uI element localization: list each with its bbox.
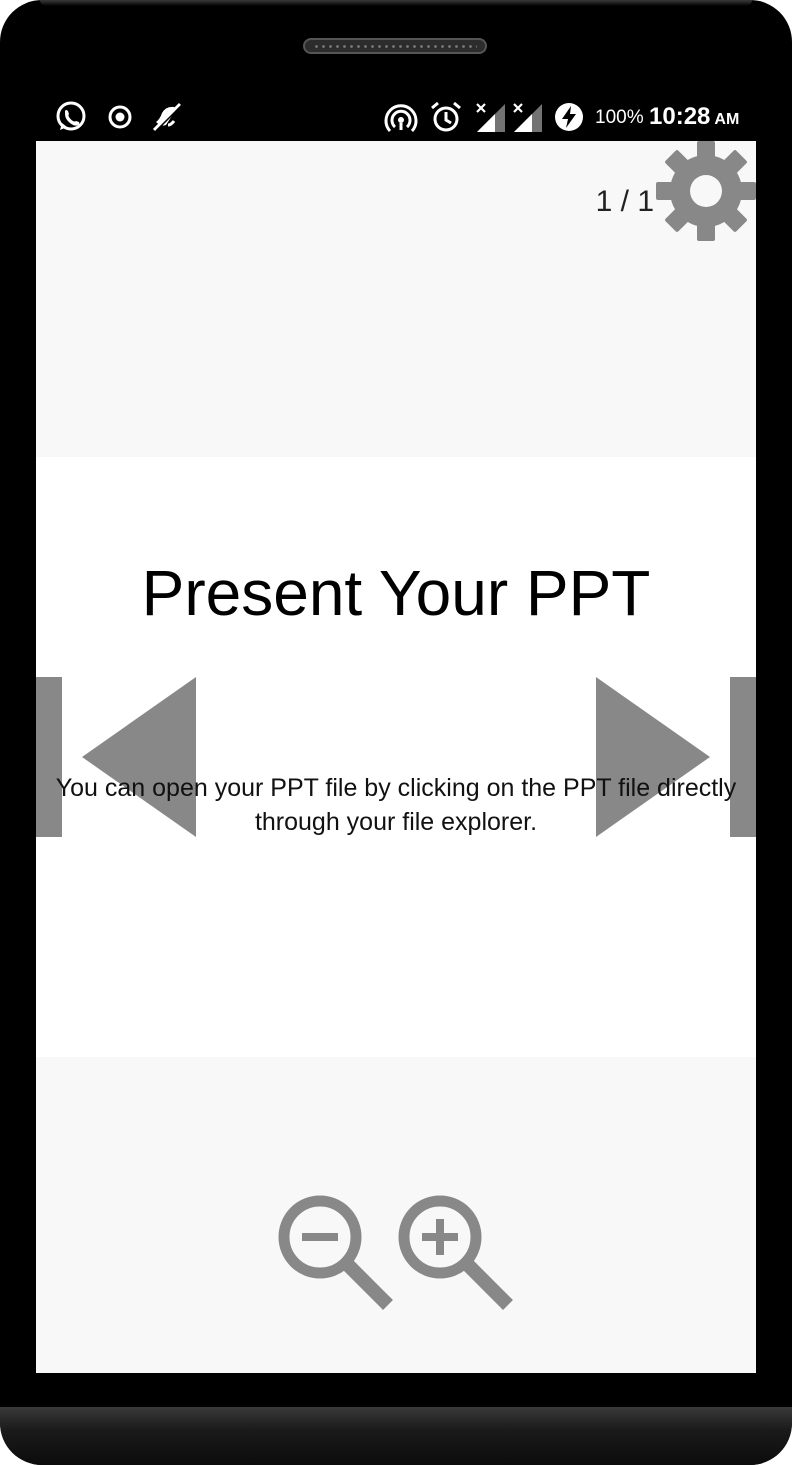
alarm-icon: [431, 101, 461, 132]
signal-no-sim-2-icon: [513, 103, 542, 132]
gear-icon: [656, 141, 756, 241]
settings-button[interactable]: [656, 141, 756, 241]
clock-ampm: AM: [714, 111, 740, 128]
record-icon: [108, 105, 132, 129]
phone-frame: 100% 10:28 AM Present Your PPT You can op…: [0, 0, 792, 1465]
clock-time: 10:28: [649, 103, 711, 130]
status-bar: 100% 10:28 AM: [36, 92, 756, 141]
page-counter: 1 / 1: [595, 185, 654, 218]
earpiece-speaker: [303, 38, 487, 54]
signal-no-sim-1-icon: [476, 103, 505, 132]
zoom-in-button[interactable]: [394, 1191, 518, 1315]
zoom-in-icon: [398, 1195, 513, 1310]
mute-icon: [152, 102, 183, 132]
zoom-out-button[interactable]: [274, 1191, 398, 1315]
presentation-viewer: Present Your PPT You can open your PPT f…: [36, 141, 756, 1373]
phone-top-edge: [40, 0, 752, 6]
slide-body-text: You can open your PPT file by clicking o…: [55, 774, 737, 836]
zoom-out-icon: [278, 1195, 393, 1310]
phone-bottom-bezel: [0, 1407, 792, 1465]
battery-charging-icon: [555, 103, 583, 131]
clock: 10:28 AM: [649, 103, 739, 131]
whatsapp-icon: [56, 101, 86, 131]
battery-percent: 100%: [595, 107, 644, 128]
hotspot-icon: [384, 104, 418, 133]
slide-title: Present Your PPT: [141, 557, 651, 629]
